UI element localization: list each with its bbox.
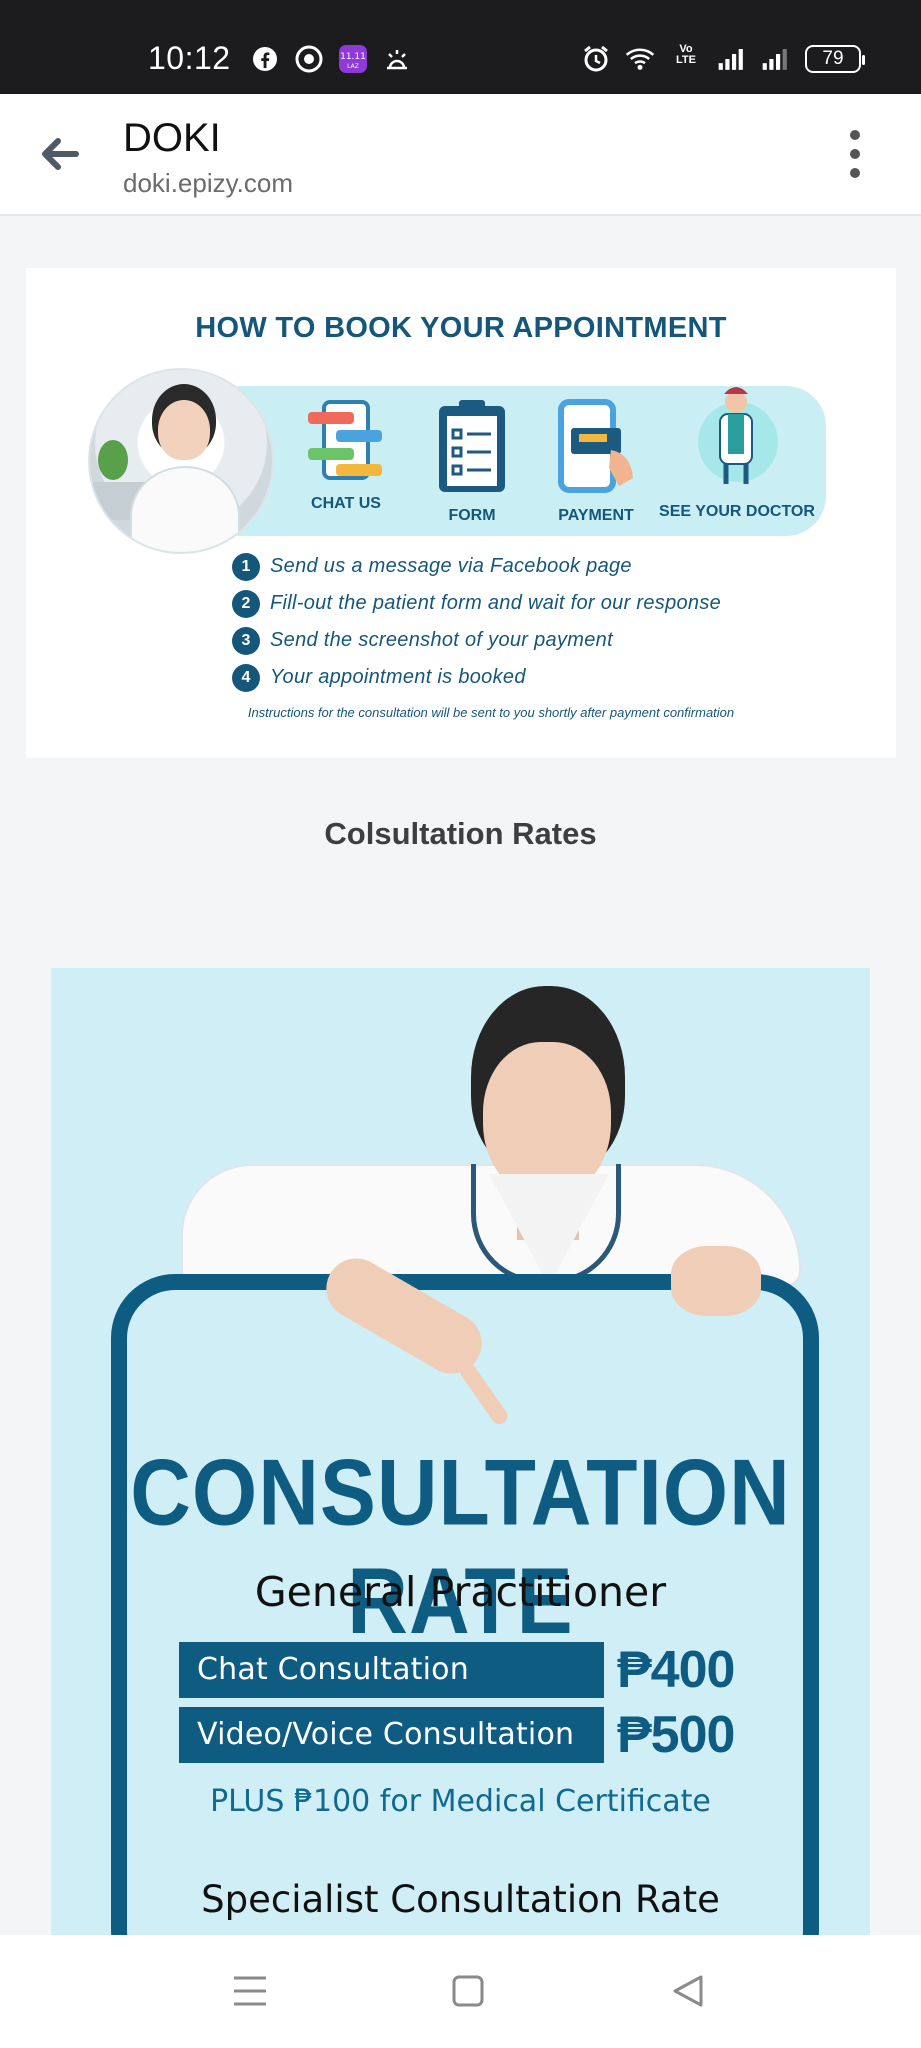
weather-icon [382,44,412,74]
system-nav-bar [0,1935,921,2048]
rate-price: ₱500 [617,1706,735,1764]
system-icons: Vo LTE 79 [581,44,865,74]
list-item: 3 Send the screenshot of your payment [232,622,721,659]
step-number: 2 [232,589,260,618]
signal-icon [717,44,747,74]
volte-icon: Vo LTE [669,44,703,74]
step-number: 3 [232,626,260,655]
payment-step: PAYMENT [536,398,656,525]
doctor-hand-right [671,1246,761,1316]
step-text: Send the screenshot of your payment [270,629,613,651]
medical-certificate-note: PLUS ₱100 for Medical Certificate [210,1784,711,1819]
payment-label: PAYMENT [558,507,634,524]
clipboard-icon [439,400,505,492]
phone-payment-icon [558,399,633,493]
see-doctor-label: SEE YOUR DOCTOR [659,503,815,520]
list-item: 4 Your appointment is booked [232,659,721,696]
chrome-icon [294,44,324,74]
booking-note: Instructions for the consultation will b… [247,705,735,720]
battery-level: 79 [822,48,844,69]
specialist-heading: Specialist Consultation Rate [201,1878,720,1921]
status-bar: 10:12 11.11 LAZ Vo LTE 79 [0,0,921,94]
rate-row: Video/Voice Consultation ₱500 [179,1706,749,1764]
chat-us-step: CHAT US [298,398,394,513]
step-text: Your appointment is booked [270,666,526,688]
back-arrow-icon[interactable] [36,130,84,178]
notification-icons: 11.11 LAZ [250,44,412,74]
doctor-photo [88,368,274,554]
step-number: 4 [232,663,260,692]
rate-title: CONSULTATION RATE [130,1439,791,1654]
wifi-icon [625,44,655,74]
step-number: 1 [232,552,260,581]
alarm-icon [581,44,611,74]
app-icon: 11.11 LAZ [338,44,368,74]
page-url[interactable]: doki.epizy.com [123,168,293,199]
form-step: FORM [422,398,522,525]
signal-icon [761,44,791,74]
battery-icon: 79 [805,45,865,73]
chat-us-label: CHAT US [311,495,381,512]
form-label: FORM [448,507,496,524]
svg-text:11.11: 11.11 [340,52,366,62]
menu-icon[interactable] [228,1969,272,2013]
consultation-rate-image: CONSULTATION RATE General Practitioner C… [51,968,870,1935]
section-heading: Colsultation Rates [324,816,597,851]
more-vert-icon[interactable] [845,130,865,178]
back-icon[interactable] [666,1969,710,2013]
svg-text:LAZ: LAZ [347,63,359,70]
list-item: 1 Send us a message via Facebook page [232,548,721,585]
doctor-icon [698,387,778,484]
browser-app-bar: DOKI doki.epizy.com [0,94,921,216]
see-doctor-step: SEE YOUR DOCTOR [652,387,822,521]
booking-title: HOW TO BOOK YOUR APPOINTMENT [195,312,727,344]
volte-label: Vo LTE [676,43,696,66]
step-list: 1 Send us a message via Facebook page 2 … [232,548,721,696]
rate-subtitle: General Practitioner [254,1568,667,1616]
rate-price: ₱400 [617,1641,735,1699]
step-text: Fill-out the patient form and wait for o… [270,592,722,614]
rate-row: Chat Consultation ₱400 [179,1641,749,1699]
status-time: 10:12 [148,40,231,76]
booking-instructions-image: HOW TO BOOK YOUR APPOINTMENT CHAT US FOR… [26,268,896,758]
rate-label: Video/Voice Consultation [179,1707,604,1763]
home-icon[interactable] [446,1969,490,2013]
facebook-icon [250,44,280,74]
step-text: Send us a message via Facebook page [270,555,632,577]
page-title: DOKI [123,116,221,160]
list-item: 2 Fill-out the patient form and wait for… [232,585,721,622]
rate-label: Chat Consultation [179,1642,604,1698]
chat-icon [308,400,382,480]
